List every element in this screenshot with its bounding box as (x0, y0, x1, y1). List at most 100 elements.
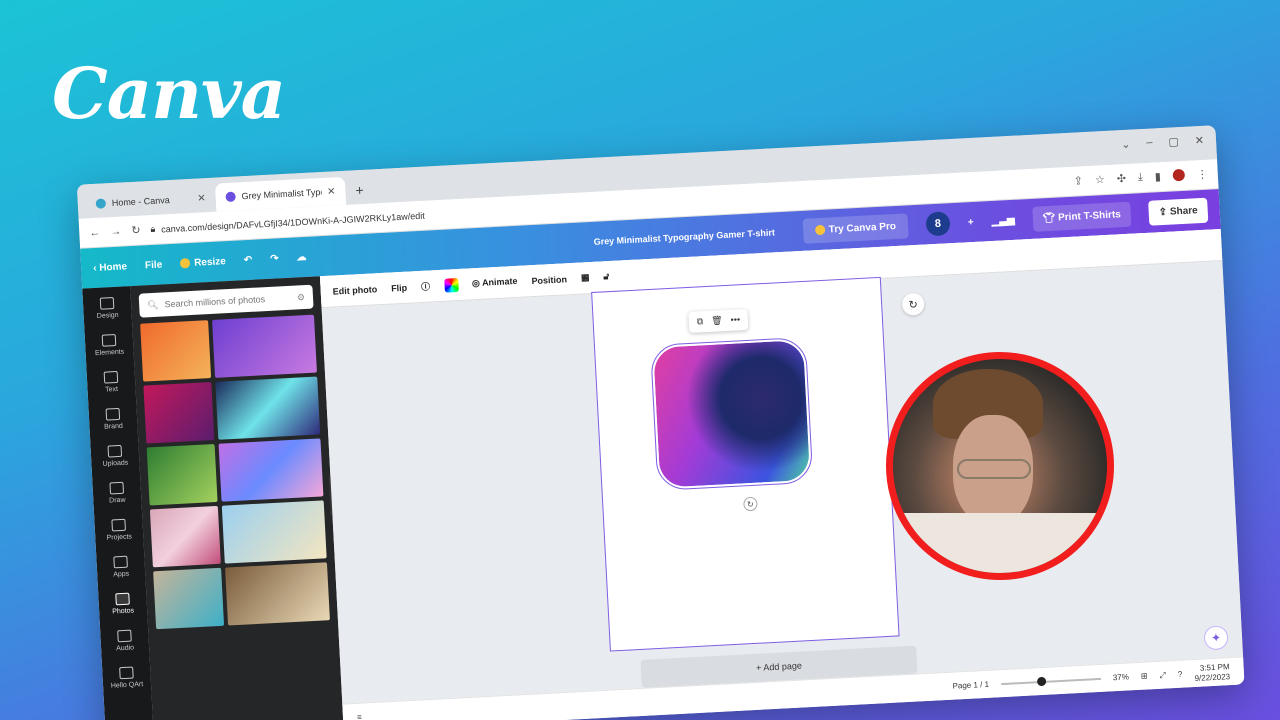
maximize-icon[interactable]: ▢ (1168, 135, 1179, 149)
zoom-slider[interactable] (1000, 676, 1101, 686)
new-tab-button[interactable]: + (345, 181, 374, 204)
minimize-icon[interactable]: – (1146, 136, 1153, 149)
sidebar-item-elements[interactable]: Elements (94, 333, 125, 358)
brand-icon (105, 407, 121, 421)
sidebar-item-photos[interactable]: Photos (111, 592, 135, 616)
share-page-icon[interactable]: ⇪ (1073, 174, 1083, 187)
resize-button[interactable]: Resize (179, 256, 226, 269)
crown-icon (179, 257, 191, 269)
folder-icon (111, 518, 126, 532)
animate-label: Animate (481, 275, 518, 288)
sidebar-item-label: Design (96, 311, 119, 320)
filter-icon[interactable]: ⚙ (297, 292, 306, 303)
share-button[interactable]: ⇪ Share (1148, 197, 1209, 226)
close-icon[interactable]: ✕ (197, 193, 206, 204)
cloud-saved-icon: ☁ (296, 251, 307, 263)
collaborator-avatar[interactable]: 8 (925, 211, 951, 237)
forward-icon[interactable]: → (110, 225, 122, 238)
photo-thumbnail[interactable] (215, 376, 321, 440)
info-icon[interactable]: ⓘ (421, 279, 431, 292)
animate-button[interactable]: ◎ Animate (472, 276, 518, 289)
try-pro-button[interactable]: Try Canva Pro (802, 212, 909, 244)
star-icon[interactable]: ☆ (1095, 173, 1105, 187)
chevron-down-icon[interactable]: ⌄ (1121, 138, 1131, 151)
sidebar-item-design[interactable]: Design (96, 297, 119, 320)
sidebar-item-brand[interactable]: Brand (103, 407, 123, 431)
photo-thumbnail[interactable] (140, 320, 212, 382)
sidebar-item-apps[interactable]: Apps (112, 555, 130, 579)
photos-panel: 🔍︎ ⚙ ‹ (130, 276, 344, 720)
lock-icon[interactable]: 🔓︎ (603, 271, 609, 282)
redo-icon[interactable]: ↷ (270, 253, 279, 264)
webcam-glasses (957, 459, 1031, 479)
share-label: Share (1169, 204, 1198, 218)
more-icon[interactable]: ⋮ (1196, 168, 1209, 182)
webcam-shirt (893, 513, 1107, 573)
sidebar-item-audio[interactable]: Audio (115, 629, 134, 652)
zoom-level[interactable]: 37% (1113, 672, 1129, 682)
sidebar-item-draw[interactable]: Draw (108, 481, 126, 505)
position-button[interactable]: Position (531, 274, 567, 286)
refresh-icon[interactable]: ↻ (901, 292, 925, 316)
sidebar-item-projects[interactable]: Projects (106, 518, 132, 542)
undo-icon[interactable]: ↶ (244, 254, 253, 265)
search-input[interactable] (164, 292, 292, 310)
lock-icon: 🔒︎ (150, 223, 156, 235)
sidebar-item-label: Apps (113, 570, 130, 579)
print-label: Print T-Shirts (1057, 208, 1122, 224)
sidebar-item-label: Elements (94, 348, 125, 358)
fullscreen-icon[interactable]: ⤢ (1159, 670, 1166, 680)
grid-view-icon[interactable]: ⊞ (1141, 671, 1148, 680)
photo-thumbnail[interactable] (153, 567, 225, 630)
add-collaborator-icon[interactable]: + (968, 216, 974, 227)
photo-thumbnail[interactable] (143, 382, 215, 444)
sidebar-icon[interactable]: ▮ (1154, 170, 1162, 183)
screen-stage: Home - Canva ✕ Grey Minimalist Typograph… (70, 0, 1245, 720)
system-clock: 3:51 PM 9/22/2023 (1194, 662, 1231, 683)
layout-icon (99, 297, 115, 310)
more-options-icon[interactable]: ••• (730, 314, 740, 325)
profile-avatar[interactable] (1172, 168, 1186, 182)
design-title[interactable]: Grey Minimalist Typography Gamer T-shirt (593, 227, 775, 246)
duplicate-icon[interactable]: ⧉ (697, 316, 704, 327)
sidebar-item-hello-qart[interactable]: Hello QArt (110, 666, 143, 690)
transparency-icon[interactable]: ▦ (581, 272, 590, 283)
download-icon[interactable]: ⤓ (1138, 171, 1144, 184)
puzzle-icon[interactable]: ✣ (1116, 172, 1126, 185)
insights-icon[interactable]: ▁▃▅ (991, 214, 1015, 226)
file-menu[interactable]: File (145, 259, 163, 271)
flip-button[interactable]: Flip (391, 282, 408, 293)
photo-search[interactable]: 🔍︎ ⚙ (138, 284, 314, 318)
notes-button[interactable]: ≡ (357, 713, 362, 720)
sidebar-item-text[interactable]: Text (103, 370, 119, 394)
trash-icon[interactable]: 🗑︎ (711, 315, 723, 327)
sidebar-item-uploads[interactable]: Uploads (102, 444, 128, 468)
design-page[interactable]: ⧉ 🗑︎ ••• ↻ (591, 276, 900, 652)
reload-icon[interactable]: ↻ (131, 224, 141, 237)
sidebar-item-label: Audio (116, 644, 135, 653)
photo-thumbnail[interactable] (221, 500, 327, 564)
edit-photo-button[interactable]: Edit photo (332, 284, 377, 296)
help-icon[interactable]: ? (1178, 670, 1183, 679)
magic-sparkle-icon[interactable]: ✦ (1203, 625, 1229, 651)
photo-thumbnail[interactable] (146, 443, 218, 506)
photo-thumbnail[interactable] (149, 505, 221, 568)
color-picker-icon[interactable] (443, 277, 459, 293)
sidebar-item-label: Text (104, 385, 119, 394)
music-icon (117, 629, 132, 643)
zoom-knob[interactable] (1036, 676, 1047, 686)
rotate-handle-icon[interactable]: ↻ (743, 496, 758, 512)
close-icon[interactable]: ✕ (1194, 134, 1205, 147)
sidebar-item-label: Photos (112, 607, 135, 616)
photo-thumbnail[interactable] (212, 314, 317, 378)
home-button[interactable]: ‹ Home (93, 261, 127, 274)
close-icon[interactable]: ✕ (327, 186, 336, 197)
tab-label: Home - Canva (111, 194, 171, 209)
print-tshirts-button[interactable]: 👕︎ Print T-Shirts (1031, 201, 1132, 232)
clock-date: 9/22/2023 (1194, 671, 1231, 683)
page-indicator[interactable]: Page 1 / 1 (952, 680, 989, 691)
photo-thumbnail[interactable] (225, 562, 330, 626)
back-icon[interactable]: ← (89, 226, 101, 239)
selected-photo[interactable] (649, 336, 814, 491)
photo-thumbnail[interactable] (218, 438, 324, 502)
